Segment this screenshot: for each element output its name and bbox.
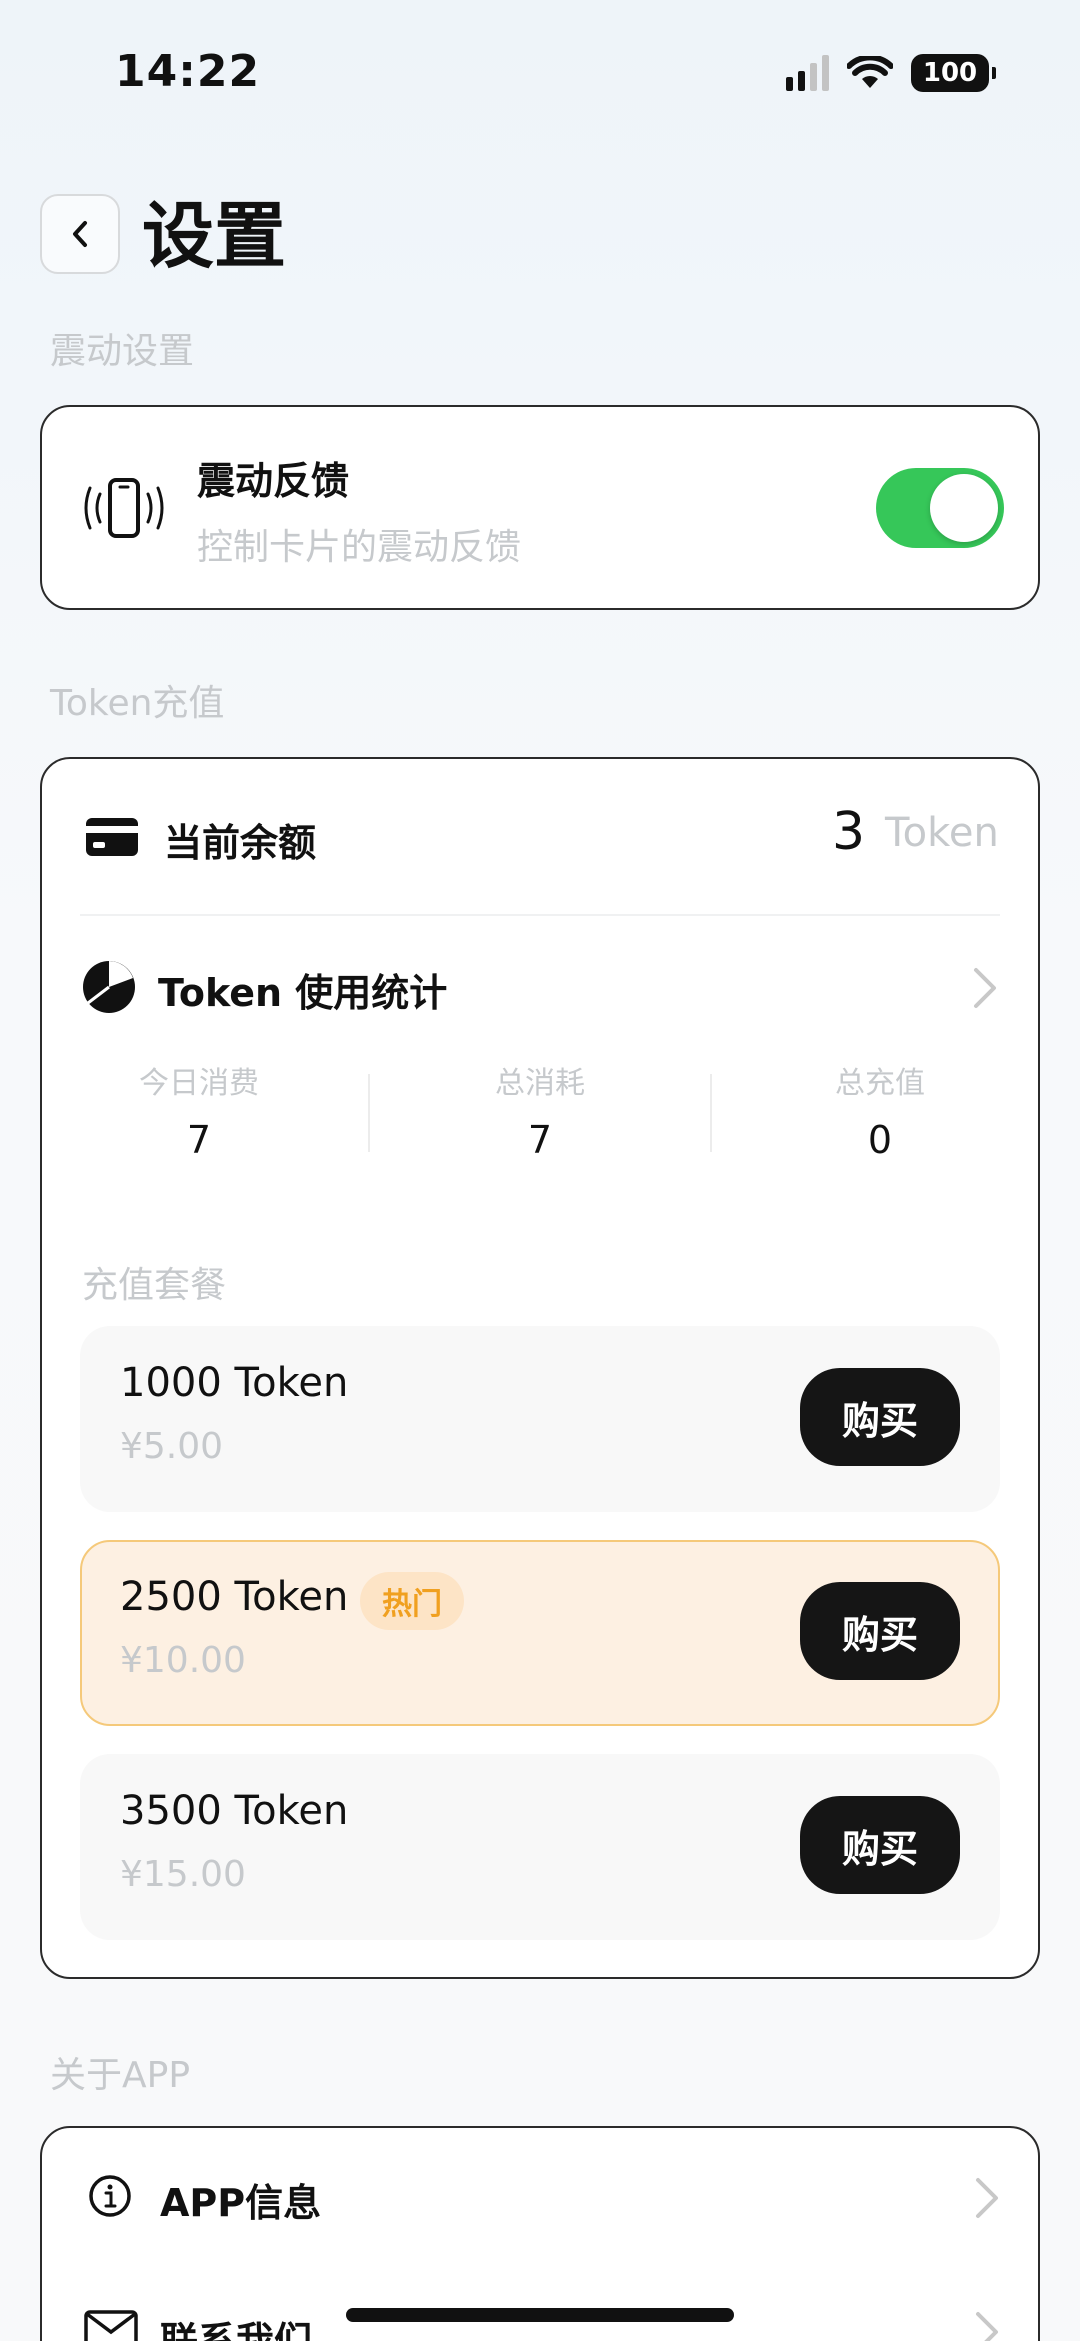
battery-icon: 100 [911, 54, 996, 92]
section-title-about: 关于APP [50, 2055, 191, 2096]
buy-button[interactable]: 购买 [800, 1582, 960, 1680]
wifi-icon [847, 56, 893, 88]
package-price: ¥5.00 [120, 1426, 224, 1467]
phone-vibrate-icon [84, 478, 164, 538]
buy-button[interactable]: 购买 [800, 1796, 960, 1894]
vibration-title: 震动反馈 [197, 459, 350, 503]
section-title-token: Token充值 [50, 683, 225, 724]
info-icon [89, 2175, 131, 2217]
package-price: ¥10.00 [120, 1640, 246, 1681]
divider [80, 914, 1000, 916]
vibration-subtitle: 控制卡片的震动反馈 [197, 527, 522, 568]
pie-chart-icon [83, 961, 135, 1013]
package-name: 1000 Token [120, 1360, 349, 1406]
stat-value-today: 7 [186, 1118, 212, 1162]
packages-title: 充值套餐 [82, 1265, 227, 1306]
stat-label-total-consumed: 总消耗 [495, 1066, 585, 1101]
stat-divider [368, 1074, 370, 1152]
chevron-left-icon [73, 221, 87, 247]
credit-card-icon [86, 818, 138, 856]
stat-value-total-consumed: 7 [527, 1118, 553, 1162]
package-card-3500: 3500 Token ¥15.00 购买 [80, 1754, 1000, 1940]
page-title: 设置 [142, 194, 287, 278]
package-name: 2500 Token [120, 1574, 349, 1620]
balance-unit: Token [885, 810, 999, 856]
chevron-right-icon [976, 2312, 998, 2341]
stat-label-today: 今日消费 [139, 1066, 259, 1101]
signal-icon [786, 55, 829, 91]
stat-label-total-recharged: 总充值 [835, 1066, 925, 1101]
package-card-2500: 2500 Token 热门 ¥10.00 购买 [80, 1540, 1000, 1726]
package-card-1000: 1000 Token ¥5.00 购买 [80, 1326, 1000, 1512]
home-indicator[interactable] [346, 2308, 734, 2322]
buy-button[interactable]: 购买 [800, 1368, 960, 1466]
back-button[interactable] [40, 194, 120, 274]
stat-value-total-recharged: 0 [867, 1118, 893, 1162]
stat-divider [710, 1074, 712, 1152]
chevron-right-icon [974, 968, 996, 1008]
status-time: 14:22 [115, 46, 261, 97]
vibration-toggle[interactable] [876, 468, 1004, 548]
hot-badge: 热门 [360, 1572, 464, 1630]
balance-label: 当前余额 [164, 821, 317, 865]
section-title-vibration: 震动设置 [50, 331, 195, 372]
status-icons: 100 [786, 52, 1010, 94]
app-info-label: APP信息 [160, 2181, 322, 2225]
mail-icon [84, 2310, 138, 2341]
package-name: 3500 Token [120, 1788, 349, 1834]
chevron-right-icon [976, 2178, 998, 2218]
token-stats-title: Token 使用统计 [158, 971, 448, 1015]
balance-value: 3 [832, 802, 866, 862]
package-price: ¥15.00 [120, 1854, 246, 1895]
contact-label: 联系我们 [160, 2319, 313, 2341]
toggle-knob [930, 474, 998, 542]
